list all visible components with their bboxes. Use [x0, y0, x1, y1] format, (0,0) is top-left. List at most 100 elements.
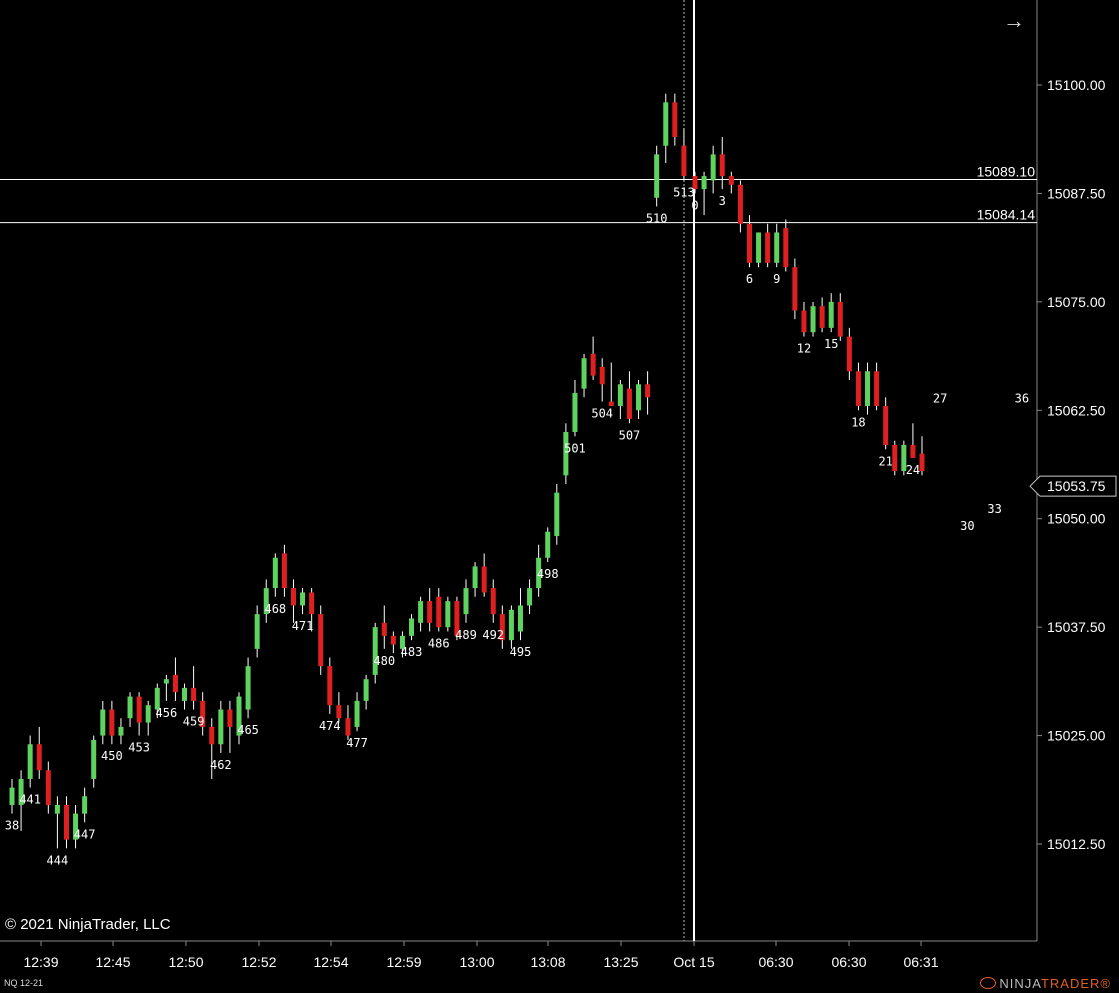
bar-number-label: 495	[510, 645, 532, 659]
time-tick-label: 13:08	[530, 954, 565, 970]
horizontal-line-label: 15084.14	[977, 207, 1036, 223]
candle-body	[327, 666, 333, 706]
price-tick-label: 15075.00	[1047, 294, 1106, 310]
candle-body	[846, 336, 852, 372]
candle-body	[245, 666, 251, 710]
time-tick-label: 12:39	[23, 954, 58, 970]
candle[interactable]	[756, 232, 762, 268]
candle-body	[645, 384, 651, 398]
scroll-right-arrow-icon[interactable]: →	[1003, 8, 1025, 34]
candle[interactable]	[445, 596, 451, 632]
candle-body	[381, 622, 387, 636]
candle[interactable]	[245, 657, 251, 719]
bar-number-label: 15	[824, 337, 838, 351]
candle-body	[837, 301, 843, 337]
candle-body	[163, 679, 169, 684]
candle[interactable]	[792, 258, 798, 320]
candle-body	[865, 371, 871, 406]
candle-body	[209, 726, 215, 745]
brand-right: TRADER	[1040, 976, 1101, 991]
copyright-text: © 2021 NinjaTrader, LLC	[5, 916, 171, 933]
candle-body	[63, 804, 69, 840]
bar-number-label: 468	[264, 602, 286, 616]
bar-number-label: 471	[292, 619, 314, 633]
bar-number-label: 9	[773, 272, 780, 286]
candle-body	[663, 102, 669, 146]
bar-number-label: 27	[933, 392, 947, 406]
candle-body	[254, 614, 260, 649]
price-tick-label: 15025.00	[1047, 728, 1106, 744]
candle-body	[765, 232, 771, 263]
candle-body	[756, 232, 762, 263]
plot-area[interactable]	[0, 0, 1037, 941]
price-tick-label: 15062.50	[1047, 402, 1106, 418]
price-tick-label: 15050.00	[1047, 511, 1106, 527]
candle[interactable]	[318, 605, 324, 675]
candle-body	[792, 267, 798, 311]
candle-body	[554, 492, 560, 537]
price-axis-ticks: 15100.00 15087.50 15075.00 15062.50 15050.00…	[1037, 77, 1106, 852]
bar-number-label: 18	[851, 415, 865, 429]
candle-body	[636, 384, 642, 411]
candle-body	[527, 588, 533, 606]
time-tick-label: 06:30	[758, 954, 793, 970]
candle-body	[118, 726, 124, 736]
candle-body	[910, 444, 916, 458]
candle-body	[617, 384, 623, 406]
price-tick-label: 15100.00	[1047, 77, 1106, 93]
bar-number-label: 453	[128, 741, 150, 755]
bar-number-label: 3	[719, 194, 726, 208]
candle[interactable]	[654, 145, 660, 207]
time-tick-label: 13:25	[603, 954, 638, 970]
candle[interactable]	[892, 440, 898, 476]
bar-number-label: 501	[564, 441, 586, 455]
candle[interactable]	[554, 484, 560, 545]
candle-body	[91, 739, 97, 779]
candle-body	[463, 588, 469, 615]
candle-body	[363, 679, 369, 701]
candle-body	[654, 154, 660, 198]
bar-number-label: 21	[878, 454, 892, 468]
candle-body	[481, 566, 487, 593]
candle[interactable]	[810, 301, 816, 337]
candle-body	[354, 700, 360, 727]
candle-body	[855, 371, 861, 406]
time-tick-label: 12:45	[95, 954, 130, 970]
bar-number-label: 483	[401, 645, 423, 659]
bar-number-label: 480	[373, 654, 395, 668]
candle-body	[608, 401, 614, 406]
bar-number-label: 486	[428, 636, 450, 650]
time-axis-ticks: 12:39 12:45 12:50 12:52 12:54 12:59 13:00 13:08…	[23, 941, 939, 970]
candle-body	[737, 184, 743, 224]
candle-body	[45, 770, 51, 805]
candle-body	[710, 154, 716, 181]
candle-body	[599, 366, 605, 385]
candle-body	[681, 145, 687, 177]
candle[interactable]	[545, 527, 551, 563]
candle-body	[746, 223, 752, 263]
brand-mark: ®	[1100, 976, 1111, 991]
bar-number-label: 30	[960, 519, 974, 533]
candle-body	[300, 592, 306, 606]
candle-body	[874, 371, 880, 406]
last-price-label: 15053.75	[1047, 478, 1106, 494]
candle-body	[281, 553, 287, 589]
bar-number-label: 24	[906, 463, 920, 477]
bar-number-label: 447	[74, 827, 96, 841]
bar-number-label: 33	[987, 502, 1001, 516]
candle-body	[427, 601, 433, 623]
candle-body	[172, 674, 178, 693]
candle-body	[109, 709, 115, 736]
price-chart[interactable]: 15089.10 15084.14 38441 444 447 450 453 456 459…	[0, 0, 1119, 993]
candle-body	[145, 705, 151, 723]
candle-body	[309, 592, 315, 615]
candle-body	[828, 301, 834, 328]
candle-body	[9, 787, 15, 805]
bar-number-label: 489	[455, 628, 477, 642]
bar-number-label: 450	[101, 749, 123, 763]
candle-body	[626, 388, 632, 419]
candle-body	[883, 405, 889, 445]
candle-body	[318, 614, 324, 667]
candle-body	[728, 176, 734, 185]
price-tick-label: 15012.50	[1047, 836, 1106, 852]
